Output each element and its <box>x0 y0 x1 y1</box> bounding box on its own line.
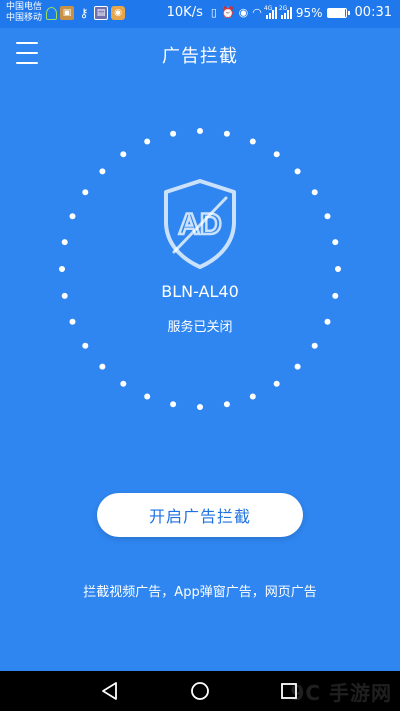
ad-block-shield-icon: AD <box>164 179 236 269</box>
key-icon: ⚷ <box>79 6 89 20</box>
ring-dot <box>294 168 301 175</box>
ring-dot <box>69 213 76 220</box>
ring-dot <box>144 138 151 145</box>
eye-icon: ◉ <box>238 6 249 19</box>
carrier-2: 中国移动 <box>6 13 43 23</box>
alarm-icon: ⏰ <box>220 6 235 19</box>
battery-icon <box>326 7 350 18</box>
device-name: BLN-AL40 <box>161 282 239 301</box>
ring-dot <box>249 393 256 400</box>
battery-percent: 95% <box>295 5 323 20</box>
signal-icon: 4G <box>263 4 277 19</box>
ring-dot <box>335 266 341 272</box>
ring-dot <box>170 401 177 408</box>
ring-dot <box>249 138 256 145</box>
lock-icon <box>46 6 57 20</box>
carrier-1: 中国电信 <box>6 2 43 12</box>
status-right: 10K/s ▯ ⏰ ◉ ◠ 4G 2G 95% 00:31 <box>166 4 392 21</box>
clock: 00:31 <box>354 5 392 20</box>
ring-dot <box>120 151 127 158</box>
feature-description: 拦截视频广告，App弹窗广告，网页广告 <box>83 585 317 600</box>
status-bar: 中国电信 中国移动 ▣ ⚷ ▤ ◉ 10K/s ▯ ⏰ ◉ ◠ 4G 2G 95… <box>0 0 400 28</box>
watermark: 9C 手游网 <box>290 681 392 705</box>
ring-dot <box>82 189 89 196</box>
ring-dot <box>170 130 177 137</box>
back-icon[interactable] <box>100 681 120 701</box>
ring-dot <box>273 151 280 158</box>
app-bar: 广告拦截 <box>0 28 400 80</box>
signal-icon: 2G <box>278 4 292 19</box>
vibrate-icon: ▯ <box>210 6 217 19</box>
ring-dot <box>294 363 301 370</box>
wifi-icon: ◠ <box>252 6 262 19</box>
ring-dot <box>59 266 65 272</box>
app-notification-icon: ◉ <box>111 6 125 20</box>
enable-adblock-button[interactable]: 开启广告拦截 <box>97 493 303 537</box>
ring-dot <box>120 380 127 387</box>
navigation-bar: 9C 手游网 <box>0 671 400 711</box>
carrier-info: 中国电信 中国移动 <box>6 2 42 24</box>
ring-dot <box>99 168 106 175</box>
notification-icons: ▣ ⚷ ▤ ◉ <box>46 6 125 20</box>
ring-dot <box>223 401 230 408</box>
ring-dot <box>144 393 151 400</box>
ring-dot <box>99 363 106 370</box>
ring-dot <box>223 130 230 137</box>
ring-dot <box>273 380 280 387</box>
app-notification-icon: ▣ <box>60 6 74 20</box>
home-icon[interactable] <box>190 681 210 701</box>
signal-tag: 4G <box>263 4 273 12</box>
ring-dot <box>197 404 203 410</box>
ring-dot <box>61 239 68 246</box>
signal-tag: 2G <box>278 4 288 12</box>
ring-dot <box>311 342 318 349</box>
ring-dot <box>324 213 331 220</box>
dot-ring <box>59 128 341 410</box>
status-ring: AD BLN-AL40 服务已关闭 <box>0 110 400 430</box>
service-status: 服务已关闭 <box>167 320 233 335</box>
page-title: 广告拦截 <box>162 46 238 67</box>
ring-dot <box>197 128 203 134</box>
ring-dot <box>82 342 89 349</box>
ring-dot <box>332 239 339 246</box>
app-notification-icon: ▤ <box>94 6 108 20</box>
ring-dot <box>311 189 318 196</box>
network-speed: 10K/s <box>166 5 203 20</box>
